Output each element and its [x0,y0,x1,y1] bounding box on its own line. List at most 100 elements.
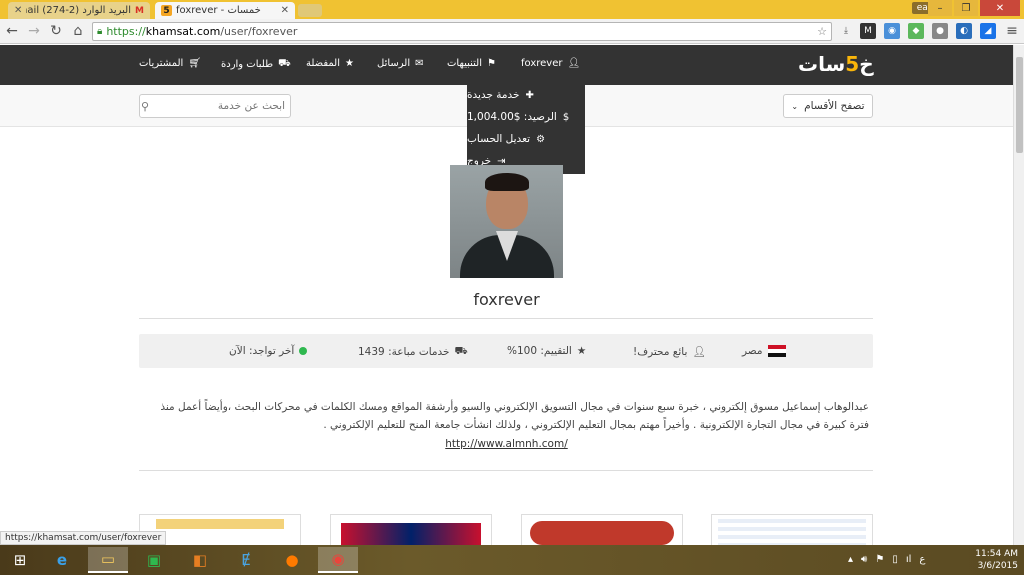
system-tray: ▴ 🔊︎ ⚑ ▯ ıl ع [848,554,925,565]
tab-title: foxrever - خمسات [176,5,261,16]
extension-icon[interactable]: ● [932,23,948,39]
nav-notifications[interactable]: ⚑ التنبيهات [447,58,496,69]
close-window-button[interactable]: ✕ [980,0,1020,16]
menu-item-new-service[interactable]: ✚ خدمة جديدة [467,84,585,106]
windows-start-icon[interactable]: ⊞ [0,547,40,573]
clock-time: 11:54 AM [975,549,1018,559]
chevron-up-icon[interactable]: ▴ [848,554,853,565]
internet-explorer-icon[interactable]: e [42,547,82,573]
reload-icon[interactable]: ↻ [48,23,64,39]
gmail-icon: M [135,5,144,16]
info-text: بائع محترف! [633,345,688,358]
url-scheme: https:// [106,25,146,38]
truck-icon: ⛟ [454,345,468,357]
info-services-sold: ⛟ خدمات مباعة: 1439 [358,345,468,359]
clock-date: 3/6/2015 [977,561,1018,571]
new-tab-button[interactable] [298,4,322,17]
status-bar: https://khamsat.com/user/foxrever [0,531,167,545]
info-text: التقييم: 100% [507,345,572,357]
extension-icon[interactable]: ◢ [980,23,996,39]
nav-account[interactable]: 👤︎ foxrever [521,58,580,69]
info-seller-level: 👤︎ بائع محترف! [633,345,706,359]
battery-icon[interactable]: ▯ [892,554,898,565]
khamsat-logo[interactable]: خ5سات [798,52,874,76]
nav-label: foxrever [521,58,563,69]
nav-purchases[interactable]: 🛒︎ المشتريات [139,58,201,69]
nav-label: طلبات واردة [221,59,274,70]
home-icon[interactable]: ⌂ [70,23,86,39]
url-host: khamsat.com [145,25,221,38]
menu-icon[interactable]: ≡ [1004,23,1020,39]
divider [139,470,873,471]
address-bar[interactable]: 🔒︎ https://khamsat.com/user/foxrever ☆ [92,22,832,41]
account-dropdown: ✚ خدمة جديدة $ الرصيد: $1,004.00 ⚙ تعديل… [467,80,585,174]
envelope-icon: ✉ [415,58,424,69]
tab-khamsat[interactable]: 5 foxrever - خمسات ✕ [155,2,295,19]
info-last-seen: آخر تواجد: الآن [229,345,308,357]
lock-icon: 🔒︎ [97,26,103,37]
menu-item-label: خدمة جديدة [467,89,520,101]
url-path: /user/foxrever [220,25,298,38]
profile-username: foxrever [473,290,540,309]
menu-item-edit-account[interactable]: ⚙ تعديل الحساب [467,128,585,150]
logo-text: سات [798,52,846,76]
plus-icon: ✚ [525,89,534,101]
profile-bio: عبدالوهاب إسماعيل مسوق إلكتروني ، خبرة س… [160,401,869,431]
dollar-icon: $ [562,111,570,123]
store-icon[interactable]: ▣ [134,547,174,573]
back-icon[interactable]: ← [4,23,20,39]
nav-label: المشتريات [139,58,184,69]
scrollbar-thumb[interactable] [1016,57,1023,153]
language-indicator[interactable]: ع [919,554,925,565]
info-country: مصر [742,345,786,357]
profile-website-link[interactable]: http://www.almnh.com/ [0,438,1013,450]
page-scrollbar[interactable] [1013,45,1024,545]
minimize-button[interactable]: – [928,0,952,16]
volume-icon[interactable]: 🔊︎ [861,554,867,565]
app-icon[interactable]: ◧ [180,547,220,573]
extension-icon[interactable]: ◉ [884,23,900,39]
menu-item-label: الرصيد: $1,004.00 [467,111,557,123]
user-icon: 👤︎ [567,58,581,69]
nav-incoming-requests[interactable]: ⛟ طلبات واردة [221,58,291,71]
search-icon[interactable]: ⚲ [141,100,149,113]
egypt-flag-icon [767,345,786,357]
search-box: ⚲ [139,94,291,118]
logo-text: خ [859,52,874,76]
user-icon: 👤︎ [692,346,706,358]
app-icon[interactable]: Ɇ [226,547,266,573]
close-tab-icon[interactable]: ✕ [14,5,22,16]
nav-favorites[interactable]: ★ المفضلة [306,58,354,69]
file-explorer-icon[interactable]: ▭ [88,547,128,573]
tab-gmail[interactable]: M البريد الوارد (2-274) Gmail - ✕ [8,2,150,19]
network-icon[interactable]: ıl [906,554,912,565]
star-icon: ★ [345,58,354,69]
menu-item-balance[interactable]: $ الرصيد: $1,004.00 [467,106,585,128]
close-tab-icon[interactable]: ✕ [281,5,289,16]
extension-icon[interactable]: ◐ [956,23,972,39]
search-input[interactable] [153,100,285,112]
nav-messages[interactable]: ✉ الرسائل [377,58,424,69]
browser-titlebar: M البريد الوارد (2-274) Gmail - ✕ 5 foxr… [0,0,1024,19]
chrome-icon[interactable]: ◉ [318,547,358,573]
forward-icon[interactable]: → [26,23,42,39]
site-header: خ5سات 👤︎ foxrever ⚑ التنبيهات ✉ الرسائل … [0,45,1013,85]
profile-avatar [450,165,563,278]
restore-button[interactable]: ❐ [954,0,978,16]
window-controls: – ❐ ✕ [928,0,1020,16]
nav-label: المفضلة [306,58,341,69]
gear-icon: ⚙ [536,133,546,145]
download-icon[interactable]: ⤓ [838,23,854,39]
logo-five: 5 [845,52,860,76]
extension-cube-icon[interactable]: ◆ [908,23,924,39]
firefox-icon[interactable]: ● [272,547,312,573]
nav-label: التنبيهات [447,58,482,69]
online-status-icon [299,347,308,355]
clock[interactable]: 11:54 AM 3/6/2015 [975,548,1018,572]
browse-categories-button[interactable]: تصفح الأقسام ⌄ [783,94,873,118]
star-icon: ★ [576,345,587,357]
cart-icon: 🛒︎ [188,58,202,69]
flag-icon[interactable]: ⚑ [875,554,884,565]
star-icon[interactable]: ☆ [817,25,827,38]
extension-m-icon[interactable]: M [860,23,876,39]
